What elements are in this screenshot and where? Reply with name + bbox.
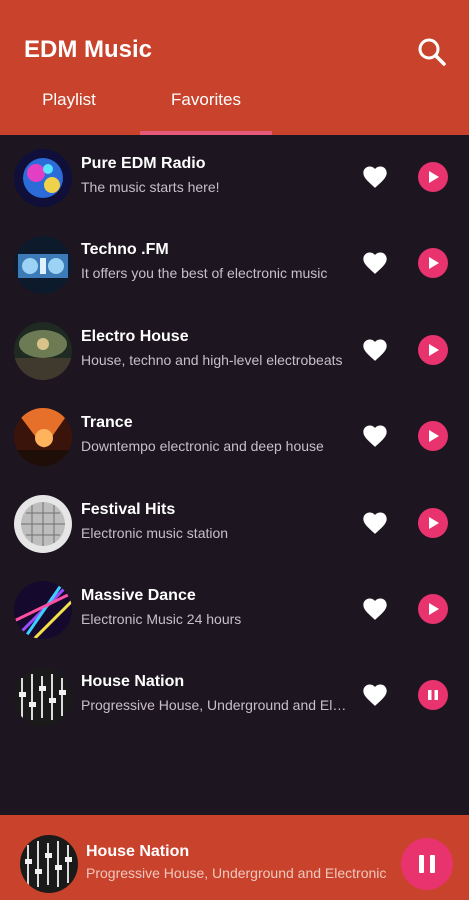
pause-button[interactable] bbox=[418, 680, 448, 711]
play-icon bbox=[429, 257, 439, 270]
play-icon bbox=[429, 171, 439, 183]
station-row[interactable]: Pure EDM Radio The music starts here! bbox=[0, 135, 469, 221]
station-title: Massive Dance bbox=[81, 586, 196, 604]
play-button[interactable] bbox=[418, 593, 448, 624]
tab-favorites[interactable]: Favorites bbox=[140, 90, 272, 135]
pause-icon bbox=[428, 690, 438, 701]
station-subtitle: Progressive House, Underground and Elect… bbox=[81, 697, 347, 714]
favorite-button[interactable] bbox=[361, 509, 389, 537]
now-playing-artwork bbox=[20, 835, 78, 893]
station-row[interactable]: House Nation Progressive House, Undergrou… bbox=[0, 653, 469, 739]
station-subtitle: Electronic music station bbox=[81, 524, 229, 541]
app-bar: EDM Music Playlist Favorites bbox=[0, 0, 469, 135]
station-subtitle: House, techno and high-level electrobeat… bbox=[81, 351, 343, 368]
station-artwork bbox=[14, 581, 72, 640]
play-button[interactable] bbox=[418, 334, 448, 365]
search-button[interactable] bbox=[412, 32, 452, 72]
station-artwork bbox=[14, 321, 72, 380]
station-subtitle: Electronic Music 24 hours bbox=[81, 610, 242, 627]
station-row[interactable]: Festival Hits Electronic music station bbox=[0, 481, 469, 567]
favorite-button[interactable] bbox=[361, 163, 389, 191]
station-subtitle: Downtempo electronic and deep house bbox=[81, 438, 324, 455]
station-subtitle: It offers you the best of electronic mus… bbox=[81, 265, 328, 282]
favorite-button[interactable] bbox=[361, 249, 389, 277]
station-list: Pure EDM Radio The music starts here! Tech… bbox=[0, 135, 469, 740]
heart-icon bbox=[363, 684, 387, 707]
favorite-button[interactable] bbox=[361, 595, 389, 623]
station-title: Pure EDM Radio bbox=[81, 155, 206, 172]
station-row[interactable]: Massive Dance Electronic Music 24 hours bbox=[0, 567, 469, 653]
now-playing-subtitle: Progressive House, Underground and Elect… bbox=[86, 865, 387, 881]
station-title: House Nation bbox=[81, 673, 185, 691]
station-title: Trance bbox=[81, 414, 133, 432]
play-button[interactable] bbox=[418, 421, 448, 452]
mini-player[interactable]: House Nation Progressive House, Undergro… bbox=[0, 815, 469, 900]
heart-icon bbox=[363, 339, 387, 361]
app-title: EDM Music bbox=[24, 36, 153, 63]
favorite-button[interactable] bbox=[361, 422, 389, 450]
play-icon bbox=[429, 516, 439, 529]
pause-icon bbox=[419, 855, 435, 873]
player-pause-button[interactable] bbox=[401, 838, 453, 890]
station-subtitle: The music starts here! bbox=[81, 179, 220, 195]
search-icon bbox=[418, 38, 446, 66]
station-artwork bbox=[14, 494, 72, 553]
heart-icon bbox=[363, 425, 387, 448]
tab-playlist[interactable]: Playlist bbox=[20, 90, 118, 135]
station-title: Festival Hits bbox=[81, 500, 176, 518]
play-button[interactable] bbox=[418, 248, 448, 279]
play-icon bbox=[429, 430, 439, 443]
heart-icon bbox=[363, 598, 387, 620]
heart-icon bbox=[363, 252, 387, 275]
heart-icon bbox=[363, 166, 387, 188]
heart-icon bbox=[363, 512, 387, 534]
station-row[interactable]: Techno .FM It offers you the best of elec… bbox=[0, 221, 469, 307]
play-button[interactable] bbox=[418, 162, 448, 192]
station-artwork bbox=[14, 235, 72, 294]
now-playing-title: House Nation bbox=[86, 843, 190, 860]
station-artwork bbox=[14, 667, 72, 726]
play-icon bbox=[429, 602, 439, 615]
favorite-button[interactable] bbox=[361, 681, 389, 709]
play-button[interactable] bbox=[418, 507, 448, 538]
station-title: Electro House bbox=[81, 327, 189, 345]
station-title: Techno .FM bbox=[81, 241, 169, 259]
station-row[interactable]: Electro House House, techno and high-leve… bbox=[0, 308, 469, 394]
station-artwork bbox=[14, 408, 72, 467]
play-icon bbox=[429, 343, 439, 356]
station-row[interactable]: Trance Downtempo electronic and deep hous… bbox=[0, 394, 469, 480]
station-artwork bbox=[14, 149, 72, 208]
favorite-button[interactable] bbox=[361, 336, 389, 364]
